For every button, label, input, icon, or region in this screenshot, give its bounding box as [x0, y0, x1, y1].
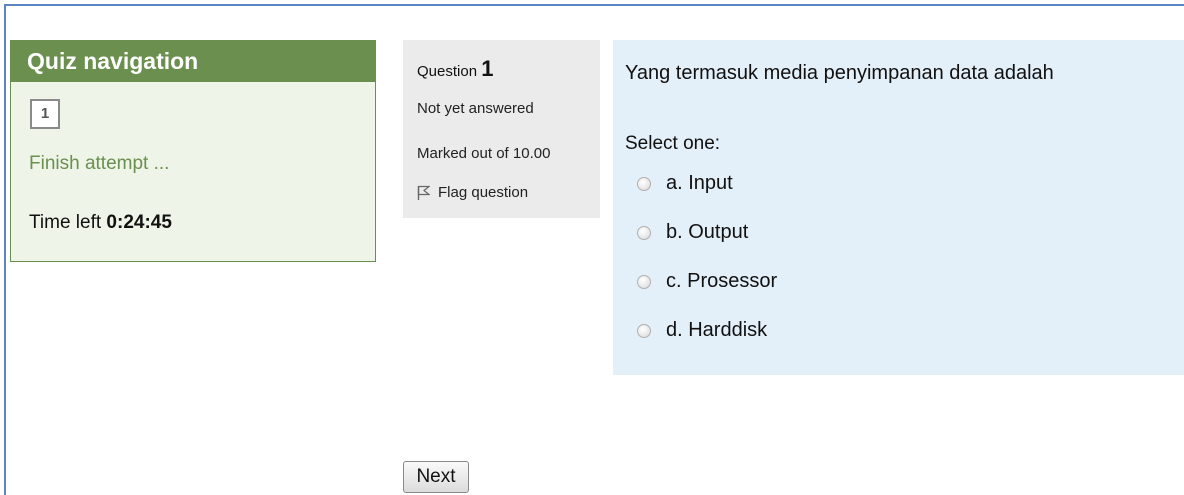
question-info: Question 1 Not yet answered Marked out o… — [403, 40, 600, 218]
answer-prompt: Select one: — [625, 133, 721, 154]
answer-option-label: c. Prosessor — [666, 270, 778, 292]
answer-option-b[interactable]: b. Output — [637, 221, 748, 244]
flag-icon — [417, 185, 430, 200]
question-content: Yang termasuk media penyimpanan data ada… — [613, 40, 1184, 375]
question-number-value: 1 — [481, 56, 494, 81]
answer-option-label: a. Input — [666, 172, 733, 194]
quiz-navigation-title: Quiz navigation — [11, 41, 375, 82]
question-1-nav-button[interactable]: 1 — [30, 99, 60, 129]
finish-attempt-link[interactable]: Finish attempt ... — [29, 153, 169, 175]
answer-option-c[interactable]: c. Prosessor — [637, 270, 777, 293]
radio-button[interactable] — [637, 176, 651, 191]
question-grade: Marked out of 10.00 — [417, 145, 551, 162]
next-button[interactable]: Next — [403, 461, 469, 493]
time-left-value: 0:24:45 — [106, 212, 172, 233]
question-text: Yang termasuk media penyimpanan data ada… — [625, 62, 1054, 84]
time-left: Time left 0:24:45 — [29, 212, 172, 234]
flag-question-label: Flag question — [438, 184, 529, 201]
answer-option-a[interactable]: a. Input — [637, 172, 733, 195]
flag-question-button[interactable]: Flag question — [417, 184, 528, 201]
time-left-label: Time left — [29, 212, 102, 233]
question-number: Question 1 — [417, 56, 493, 82]
answer-option-d[interactable]: d. Harddisk — [637, 319, 767, 342]
answer-option-label: b. Output — [666, 221, 749, 243]
radio-button[interactable] — [637, 323, 651, 338]
radio-button[interactable] — [637, 225, 651, 240]
radio-button[interactable] — [637, 274, 651, 289]
quiz-navigation-block: Quiz navigation 1 Finish attempt ... Tim… — [10, 40, 376, 262]
question-state: Not yet answered — [417, 100, 534, 117]
answer-option-label: d. Harddisk — [666, 319, 768, 341]
question-label: Question — [417, 63, 478, 80]
